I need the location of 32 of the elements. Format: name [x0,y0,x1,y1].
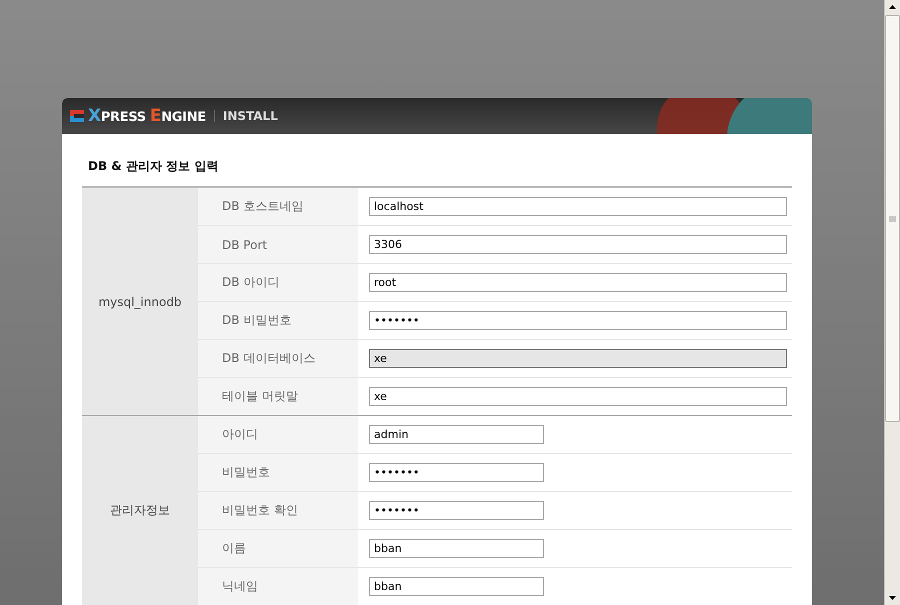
group-label: mysql_innodb [82,188,198,415]
input-field[interactable]: bban [369,577,544,596]
input-field[interactable]: ••••••• [369,463,544,482]
field-label: DB Port [198,226,358,263]
input-field[interactable]: root [369,273,787,292]
header-title: INSTALL [222,109,278,123]
logo-text: XPRESS [88,106,146,126]
field-label: 테이블 머릿말 [198,378,358,415]
scroll-thumb[interactable] [885,15,900,422]
section-title: DB & 관리자 정보 입력 [88,158,220,175]
group-label: 관리자정보 [82,416,198,605]
grip-icon [889,216,896,222]
field-label: DB 비밀번호 [198,302,358,339]
scrollbar[interactable] [884,0,900,605]
input-field[interactable]: admin [369,425,544,444]
input-field[interactable]: localhost [369,197,787,216]
field-label: 아이디 [198,416,358,453]
input-field[interactable]: bban [369,539,544,558]
input-field[interactable]: ••••••• [369,311,787,330]
field-label: 비밀번호 [198,454,358,491]
field-label: DB 호스트네임 [198,188,358,225]
input-field[interactable]: ••••••• [369,501,544,520]
input-field[interactable]: 3306 [369,235,787,254]
field-label: 비밀번호 확인 [198,492,358,529]
field-label: 이름 [198,530,358,567]
field-label: 닉네임 [198,568,358,605]
field-label: DB 데이터베이스 [198,340,358,377]
input-field[interactable]: xe [369,349,787,368]
field-label: DB 아이디 [198,264,358,301]
logo-text: ENGINE [150,106,206,126]
input-field[interactable]: xe [369,387,787,406]
logo-icon [70,110,84,122]
